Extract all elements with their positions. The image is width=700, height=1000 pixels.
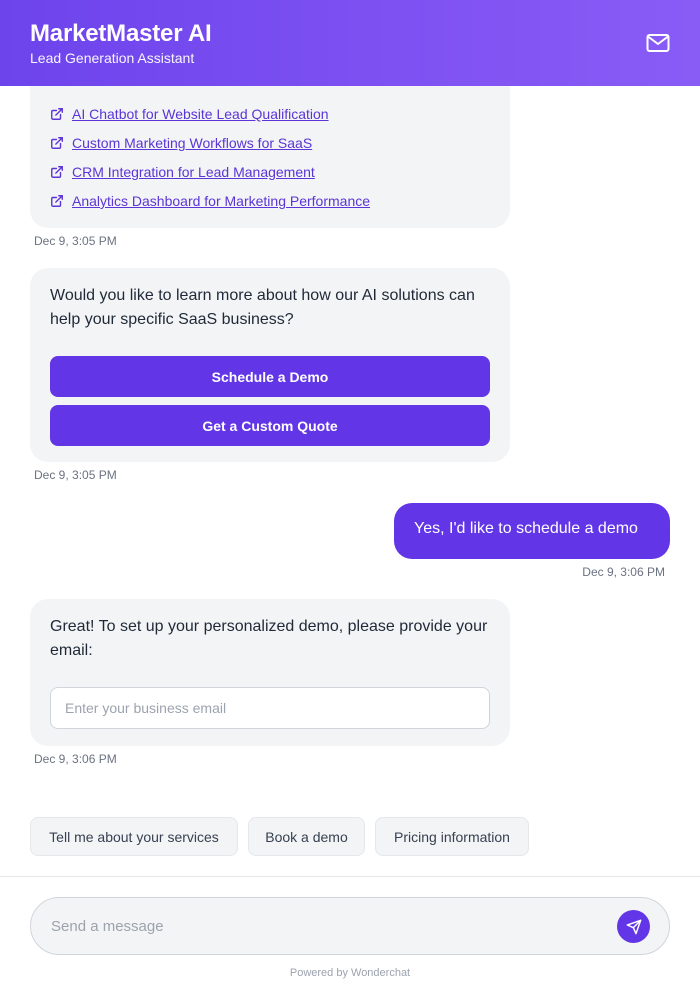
message-timestamp: Dec 9, 3:05 PM xyxy=(34,234,117,248)
send-button[interactable] xyxy=(617,910,650,943)
external-link-icon xyxy=(51,108,63,120)
message-text: Yes, I'd like to schedule a demo xyxy=(414,520,638,537)
bot-message-cta: Would you like to learn more about how o… xyxy=(30,268,510,462)
message-input[interactable] xyxy=(51,898,611,954)
email-field[interactable] xyxy=(50,687,490,729)
chat-header-overlay: MarketMaster AI Lead Generation Assistan… xyxy=(0,0,700,86)
suggestion-chip-services[interactable]: Tell me about your services xyxy=(30,817,238,856)
powered-by: Powered by Wonderchat xyxy=(289,967,411,979)
resource-link[interactable]: AI Chatbot for Website Lead Qualificatio… xyxy=(50,106,329,122)
link-label[interactable]: CRM Integration for Lead Management xyxy=(72,164,315,180)
schedule-demo-button[interactable]: Schedule a Demo xyxy=(50,356,490,397)
bot-message-email-request: Great! To set up your personalized demo,… xyxy=(30,599,510,746)
resource-link[interactable]: Custom Marketing Workflows for SaaS xyxy=(50,135,312,151)
suggestion-chip-book-demo[interactable]: Book a demo xyxy=(248,817,365,856)
suggestion-chip-pricing[interactable]: Pricing information xyxy=(375,817,529,856)
bot-message-links: AI Chatbot for Website Lead Qualificatio… xyxy=(30,70,510,228)
app-subtitle-overlay: Lead Generation Assistant xyxy=(30,50,195,66)
resource-link[interactable]: CRM Integration for Lead Management xyxy=(50,164,315,180)
resource-link[interactable]: Analytics Dashboard for Marketing Perfor… xyxy=(50,193,370,209)
external-link-icon xyxy=(51,195,63,207)
app-title-overlay: MarketMaster AI xyxy=(30,20,212,47)
external-link-icon xyxy=(51,137,63,149)
link-label[interactable]: Analytics Dashboard for Marketing Perfor… xyxy=(72,193,370,209)
composer-divider xyxy=(0,876,700,877)
message-composer xyxy=(30,897,670,955)
link-label[interactable]: AI Chatbot for Website Lead Qualificatio… xyxy=(72,106,329,122)
message-text: Would you like to learn more about how o… xyxy=(50,287,475,328)
user-message: Yes, I'd like to schedule a demo xyxy=(394,503,670,559)
mail-icon[interactable] xyxy=(646,32,670,54)
custom-quote-button[interactable]: Get a Custom Quote xyxy=(50,405,490,446)
message-timestamp: Dec 9, 3:06 PM xyxy=(582,565,665,579)
message-text: Great! To set up your personalized demo,… xyxy=(50,618,488,659)
external-link-icon xyxy=(51,166,63,178)
message-timestamp: Dec 9, 3:05 PM xyxy=(34,468,117,482)
message-timestamp: Dec 9, 3:06 PM xyxy=(34,752,117,766)
send-icon xyxy=(626,919,641,934)
link-label[interactable]: Custom Marketing Workflows for SaaS xyxy=(72,135,312,151)
